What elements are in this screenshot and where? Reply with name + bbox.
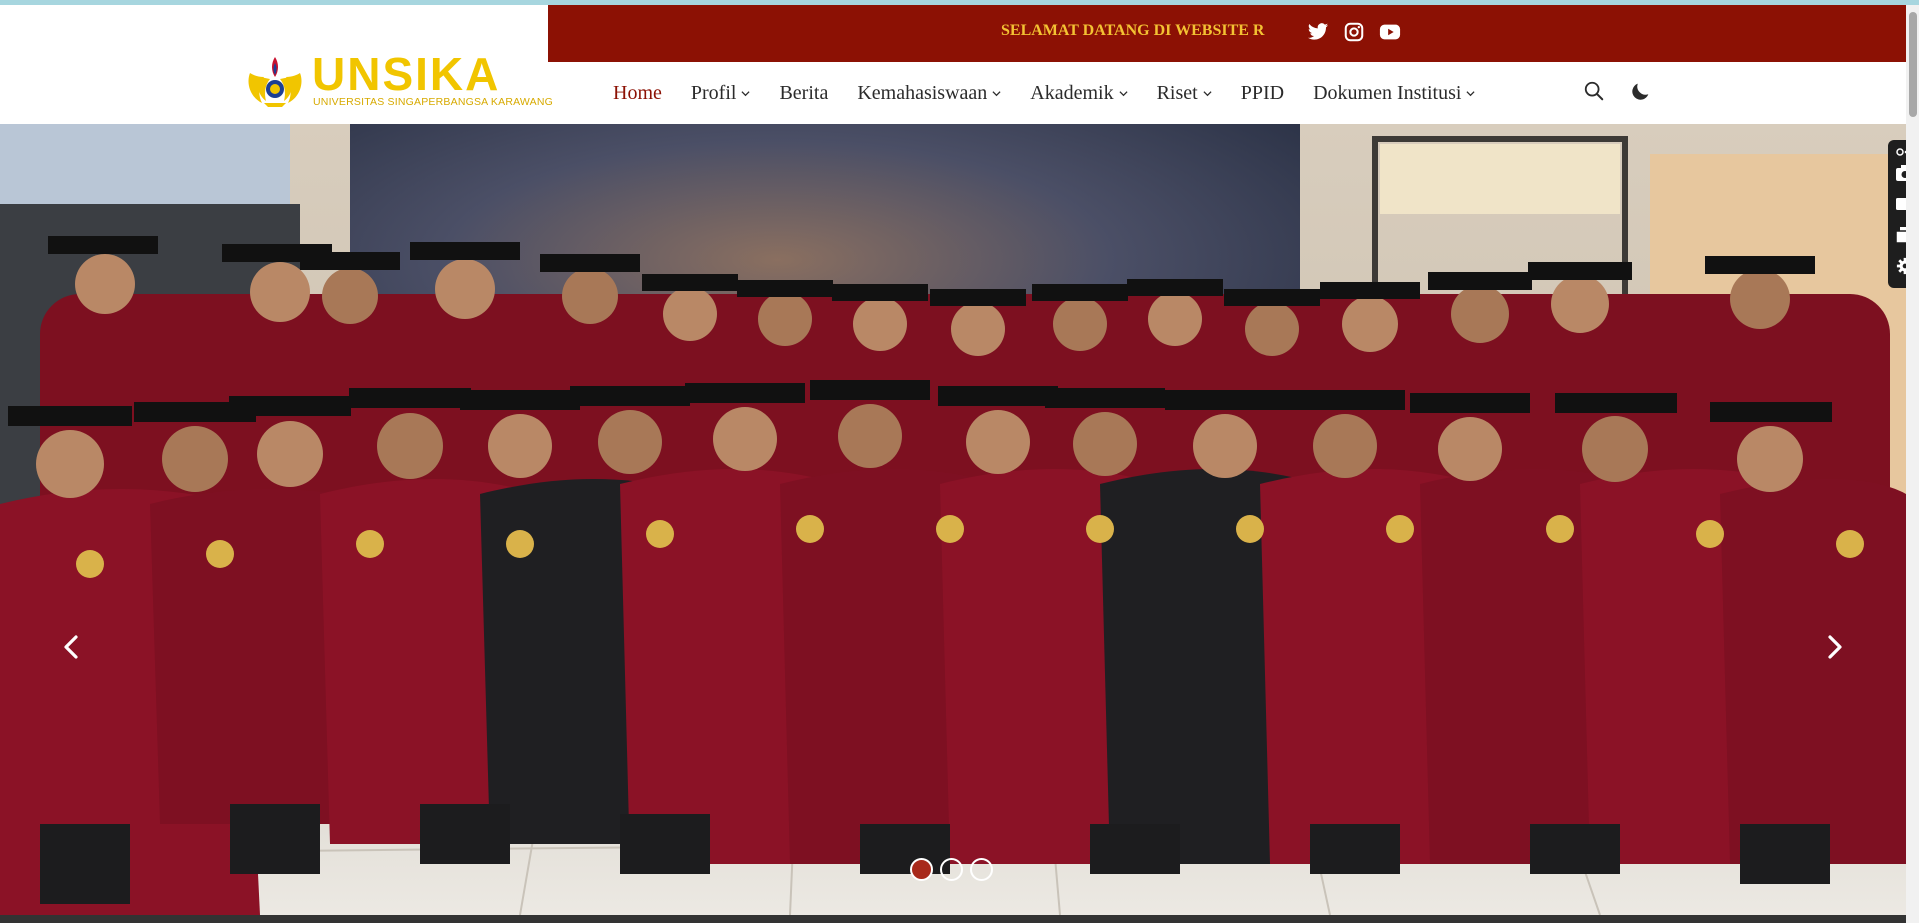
nav-item-label: Akademik [1030,81,1114,104]
scrollbar-thumb[interactable] [1909,12,1917,117]
hero-slide-image [0,124,1906,915]
chevron-left-icon [64,635,78,659]
twitter-icon[interactable] [1307,21,1329,43]
logo-subtitle: UNIVERSITAS SINGAPERBANGSA KARAWANG [313,96,553,108]
logo-wordmark: UNSIKA [312,48,501,100]
slider-next-button[interactable] [1814,627,1854,667]
page-bottom-edge [0,915,1906,923]
chevron-down-icon [1119,90,1128,96]
moon-icon[interactable] [1630,80,1652,102]
nav-item-label: Home [613,81,662,104]
slider-dot-2[interactable] [940,858,963,881]
nav-item-kemahasiswaan[interactable]: Kemahasiswaan [857,82,1001,105]
chevron-down-icon [1466,90,1475,96]
chevron-down-icon [1203,90,1212,96]
nav-item-label: Berita [779,81,829,104]
slider-dot-1[interactable] [910,858,933,881]
nav-item-label: Profil [690,81,737,104]
nav-item-label: Riset [1156,81,1198,104]
nav-item-dokumen-institusi[interactable]: Dokumen Institusi [1313,82,1475,105]
chevron-right-icon [1828,635,1842,659]
nav-item-akademik[interactable]: Akademik [1030,81,1128,105]
slider-prev-button[interactable] [52,627,92,667]
slider-pagination [910,858,1000,881]
nav-item-label: PPID [1240,81,1285,104]
nav-item-label: Kemahasiswaan [857,81,988,104]
nav-item-ppid[interactable]: PPID [1241,82,1284,105]
announcement-bar-slant [548,5,596,62]
logo-emblem-icon [248,57,302,107]
welcome-marquee: SELAMAT DATANG DI WEBSITE R [1001,22,1265,39]
youtube-icon[interactable] [1379,21,1401,43]
slider-dot-3[interactable] [970,858,993,881]
main-navigation: Home Profil Berita Kemahasiswaan Akademi… [613,80,1504,106]
chevron-down-icon [992,90,1001,96]
hero-slider [0,124,1906,915]
page-scrollbar[interactable] [1906,5,1919,923]
nav-item-riset[interactable]: Riset [1157,82,1212,105]
site-logo[interactable]: UNSIKA UNIVERSITAS SINGAPERBANGSA KARAWA… [244,48,553,109]
search-icon[interactable] [1583,80,1605,102]
nav-item-label: Dokumen Institusi [1313,81,1462,104]
logo-area: UNSIKA UNIVERSITAS SINGAPERBANGSA KARAWA… [0,13,560,129]
nav-item-home[interactable]: Home [613,82,662,105]
chevron-down-icon [741,90,750,96]
nav-item-profil[interactable]: Profil [691,82,751,105]
nav-item-berita[interactable]: Berita [779,82,828,105]
instagram-icon[interactable] [1343,21,1365,43]
